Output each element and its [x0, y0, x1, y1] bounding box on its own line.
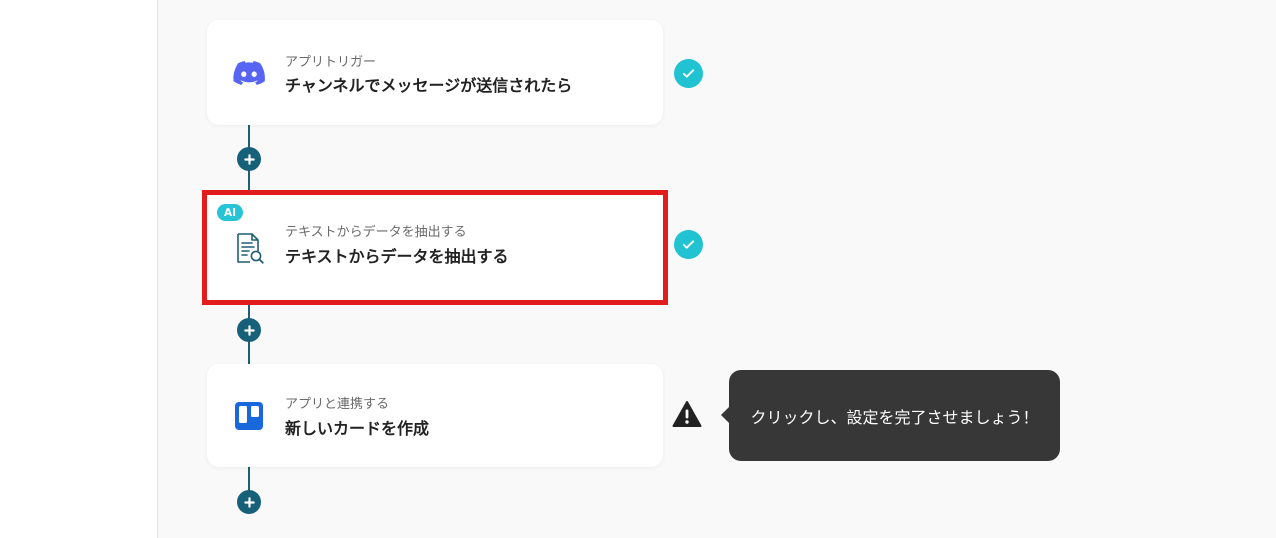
flow-step-card-trello[interactable]: アプリと連携する 新しいカードを作成 [207, 364, 663, 467]
step-title: チャンネルでメッセージが送信されたら [285, 76, 573, 95]
document-search-icon [232, 231, 266, 265]
step-title: 新しいカードを作成 [285, 419, 430, 438]
add-step-button[interactable] [237, 490, 261, 514]
flow-step-card-trigger[interactable]: アプリトリガー チャンネルでメッセージが送信されたら [207, 20, 663, 125]
step-title: テキストからデータを抽出する [285, 247, 509, 266]
ai-badge: AI [217, 204, 244, 221]
add-step-button[interactable] [237, 318, 261, 342]
plus-icon [243, 496, 255, 508]
setup-tooltip: クリックし、設定を完了させましょう！ [721, 370, 1060, 461]
check-icon [674, 59, 703, 88]
plus-icon [243, 324, 255, 336]
step-category-label: テキストからデータを抽出する [285, 225, 467, 240]
plus-icon [243, 153, 255, 165]
add-step-button[interactable] [237, 147, 261, 171]
tooltip-text: クリックし、設定を完了させましょう！ [750, 407, 1039, 427]
step-category-label: アプリと連携する [285, 397, 390, 412]
left-panel [0, 0, 158, 538]
flow-step-card-ai-extract[interactable]: AI テキストからデータを抽出する テキストからデータを抽出する [202, 190, 668, 305]
step-category-label: アプリトリガー [285, 55, 377, 70]
discord-icon [232, 56, 266, 90]
check-icon [674, 230, 703, 259]
warning-icon [672, 400, 702, 428]
trello-icon [232, 399, 266, 433]
